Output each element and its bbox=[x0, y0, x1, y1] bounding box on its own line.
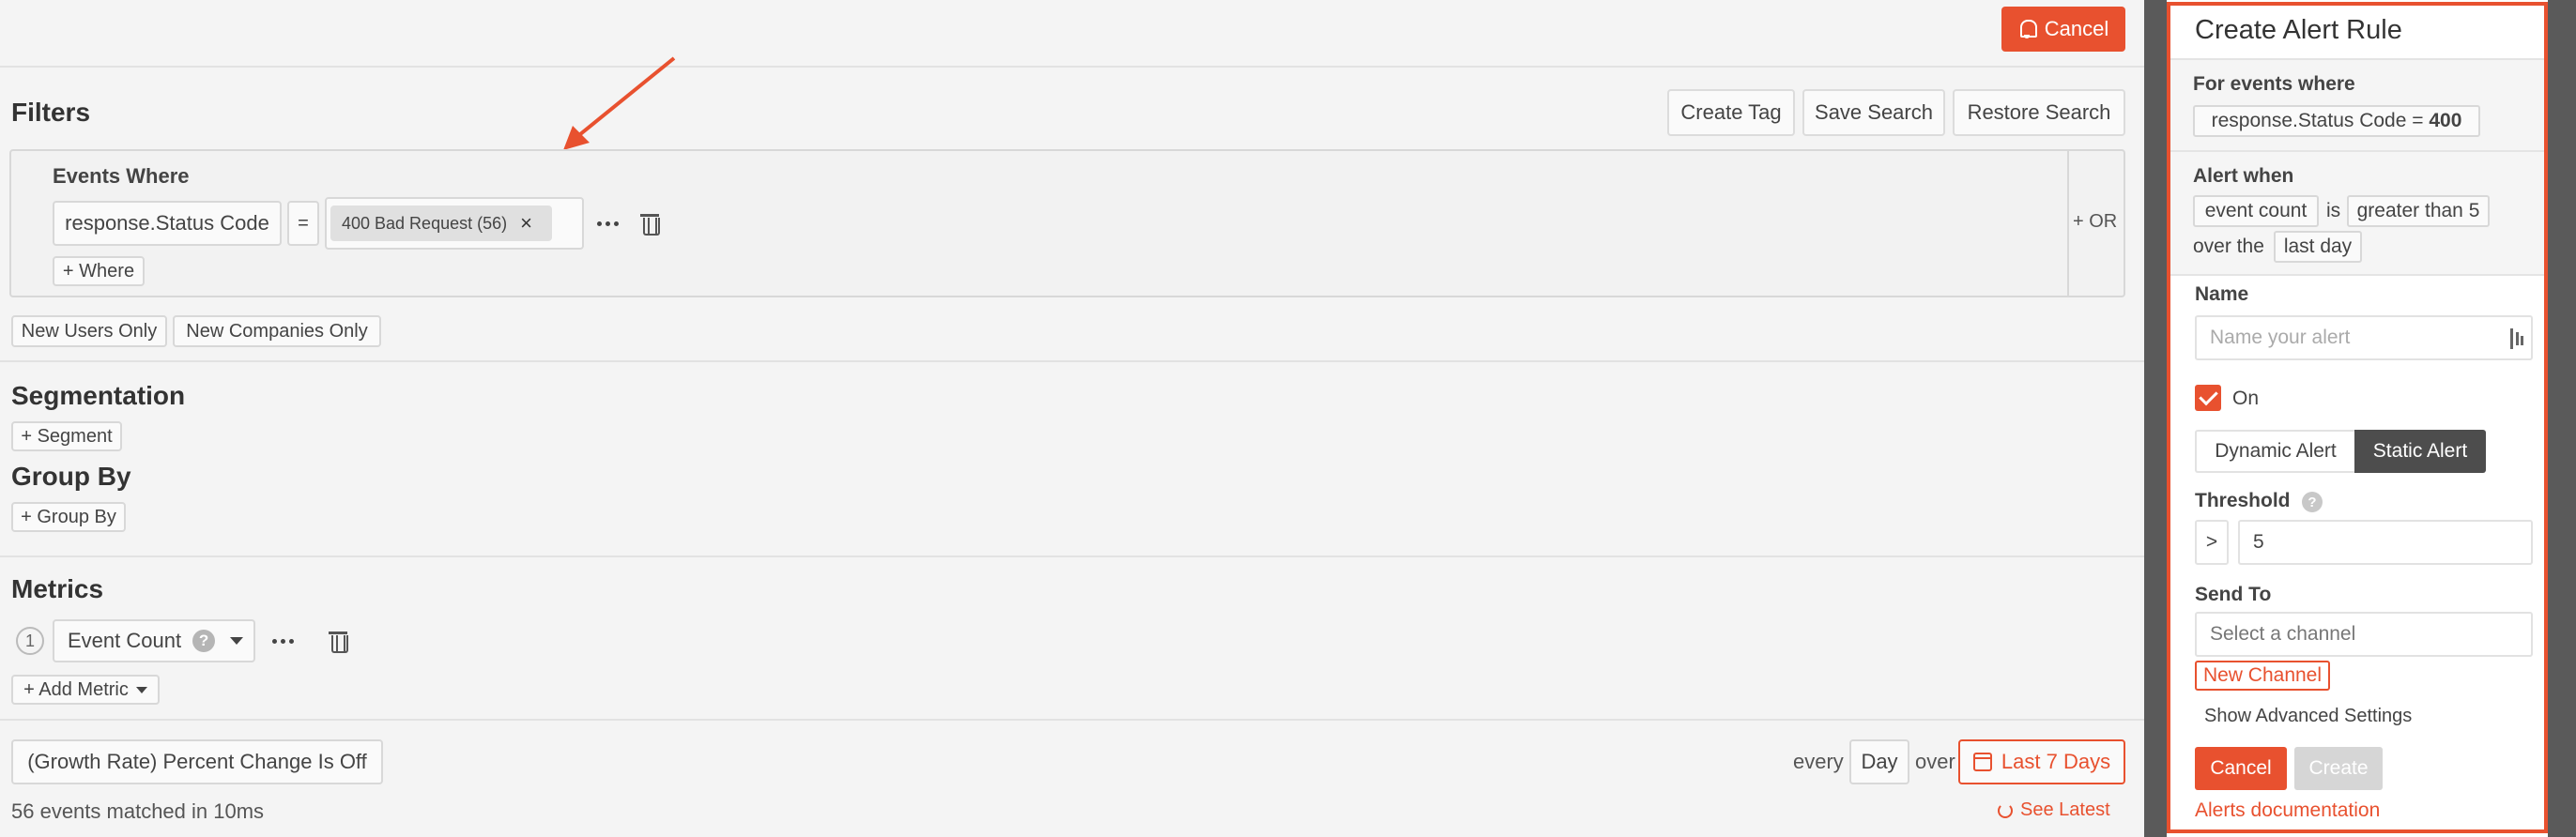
every-label: every bbox=[1793, 750, 1844, 773]
threshold-operator[interactable]: > bbox=[2195, 520, 2229, 565]
filter-value-tag: 400 Bad Request (56) × bbox=[330, 205, 552, 241]
alert-when-block: Alert when event count is greater than 5… bbox=[2170, 152, 2544, 274]
create-alert-panel: Create Alert Rule For events where respo… bbox=[2167, 2, 2548, 833]
header-cancel-label: Cancel bbox=[2044, 17, 2109, 40]
divider bbox=[0, 360, 2144, 362]
divider bbox=[0, 555, 2144, 557]
over-the-label: over the bbox=[2193, 236, 2264, 257]
event-condition-chip: response.Status Code = 400 bbox=[2193, 105, 2480, 137]
bell-icon bbox=[2018, 20, 2037, 38]
filters-title: Filters bbox=[11, 98, 91, 127]
static-alert-button[interactable]: Static Alert bbox=[2354, 430, 2486, 473]
panel-gutter bbox=[2144, 0, 2167, 837]
condition-value: 400 bbox=[2429, 110, 2462, 131]
growth-rate-toggle[interactable]: (Growth Rate) Percent Change Is Off bbox=[11, 739, 383, 784]
filter-value-tag-label: 400 Bad Request (56) bbox=[342, 213, 508, 233]
channel-placeholder: Select a channel bbox=[2210, 623, 2356, 645]
add-metric-label: + Add Metric bbox=[23, 678, 129, 700]
panel-gutter bbox=[2548, 0, 2576, 837]
chevron-down-icon bbox=[230, 637, 244, 645]
new-companies-only-button[interactable]: New Companies Only bbox=[173, 315, 381, 347]
add-where-button[interactable]: + Where bbox=[53, 256, 145, 286]
metric-label: Event Count bbox=[68, 629, 182, 652]
divider bbox=[0, 719, 2144, 721]
threshold-label: Threshold bbox=[2195, 490, 2291, 511]
text-cursor-icon bbox=[2510, 328, 2523, 349]
more-options-icon[interactable] bbox=[272, 639, 294, 644]
name-label: Name bbox=[2195, 283, 2249, 305]
matched-events-text: 56 events matched in 10ms bbox=[11, 799, 265, 823]
annotation-arrow-icon bbox=[563, 56, 676, 150]
new-users-only-button[interactable]: New Users Only bbox=[11, 315, 167, 347]
metric-select[interactable]: Event Count ? bbox=[53, 619, 255, 662]
metrics-title: Metrics bbox=[11, 574, 104, 603]
header-cancel-button[interactable]: Cancel bbox=[2001, 7, 2125, 52]
divider bbox=[0, 66, 2144, 68]
alert-name-input[interactable]: Name your alert bbox=[2195, 315, 2533, 360]
events-where-label: Events Where bbox=[53, 164, 190, 188]
dynamic-alert-button[interactable]: Dynamic Alert bbox=[2195, 430, 2354, 473]
more-options-icon[interactable] bbox=[597, 221, 619, 226]
event-condition-block: For events where response.Status Code = … bbox=[2170, 60, 2544, 150]
channel-select[interactable]: Select a channel bbox=[2195, 612, 2533, 657]
alert-panel-title: Create Alert Rule bbox=[2195, 15, 2402, 45]
alert-metric-chip[interactable]: event count bbox=[2193, 195, 2319, 227]
alert-when-label: Alert when bbox=[2193, 165, 2294, 187]
send-to-label: Send To bbox=[2195, 584, 2272, 605]
alert-create-button[interactable]: Create bbox=[2294, 747, 2383, 790]
threshold-operator-label: > bbox=[2205, 531, 2218, 553]
calendar-icon bbox=[1972, 753, 1992, 771]
alert-enabled-checkbox[interactable] bbox=[2195, 385, 2221, 411]
add-group-by-button[interactable]: + Group By bbox=[11, 502, 126, 532]
threshold-value-input[interactable]: 5 bbox=[2238, 520, 2533, 565]
delete-metric-icon[interactable] bbox=[329, 630, 348, 653]
segmentation-title: Segmentation bbox=[11, 381, 186, 410]
for-events-label: For events where bbox=[2193, 73, 2355, 95]
alert-name-placeholder: Name your alert bbox=[2210, 327, 2351, 348]
metric-index: 1 bbox=[16, 627, 44, 655]
filter-operator-select[interactable]: = bbox=[287, 201, 319, 246]
condition-field: response.Status Code = bbox=[2211, 110, 2430, 131]
save-search-button[interactable]: Save Search bbox=[1802, 89, 1945, 136]
see-latest-label: See Latest bbox=[2020, 799, 2110, 820]
add-metric-button[interactable]: + Add Metric bbox=[11, 675, 160, 705]
refresh-icon bbox=[1998, 802, 2013, 818]
show-advanced-settings-link[interactable]: Show Advanced Settings bbox=[2204, 706, 2412, 727]
date-range-button[interactable]: Last 7 Days bbox=[1958, 739, 2125, 784]
over-label: over bbox=[1915, 750, 1955, 773]
or-divider bbox=[2067, 151, 2069, 296]
is-label: is bbox=[2326, 200, 2341, 221]
add-or-button[interactable]: + OR bbox=[2073, 211, 2117, 233]
query-builder-panel: Cancel Filters Create Tag Save Search Re… bbox=[0, 0, 2144, 837]
threshold-value: 5 bbox=[2253, 531, 2264, 553]
window-chip[interactable]: last day bbox=[2274, 231, 2362, 263]
add-segment-button[interactable]: + Segment bbox=[11, 421, 122, 451]
alerts-documentation-link[interactable]: Alerts documentation bbox=[2195, 799, 2380, 822]
restore-search-button[interactable]: Restore Search bbox=[1953, 89, 2125, 136]
see-latest-link[interactable]: See Latest bbox=[1998, 799, 2110, 821]
on-label: On bbox=[2232, 388, 2260, 409]
alert-cancel-button[interactable]: Cancel bbox=[2195, 747, 2287, 790]
new-channel-button[interactable]: New Channel bbox=[2195, 661, 2330, 691]
comparison-chip[interactable]: greater than 5 bbox=[2347, 195, 2490, 227]
date-range-label: Last 7 Days bbox=[2001, 750, 2111, 773]
group-by-title: Group By bbox=[11, 462, 131, 491]
delete-filter-icon[interactable] bbox=[640, 212, 660, 236]
filter-field-select[interactable]: response.Status Code bbox=[53, 201, 282, 246]
chevron-down-icon bbox=[135, 686, 147, 693]
divider bbox=[2170, 274, 2544, 276]
create-tag-button[interactable]: Create Tag bbox=[1667, 89, 1795, 136]
help-icon[interactable]: ? bbox=[192, 630, 216, 652]
threshold-help-icon[interactable]: ? bbox=[2302, 492, 2323, 512]
interval-select[interactable]: Day bbox=[1849, 739, 1909, 784]
remove-tag-icon[interactable]: × bbox=[520, 211, 532, 236]
